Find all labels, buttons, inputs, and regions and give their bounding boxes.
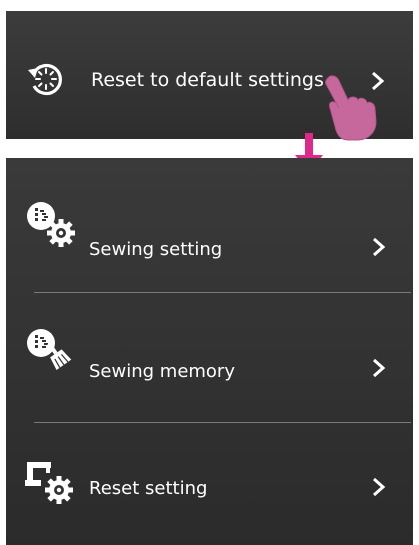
chevron-right-icon xyxy=(369,357,389,379)
sewing-memory-icon xyxy=(24,327,76,375)
reset-clock-icon xyxy=(26,59,66,99)
menu-item-sewing-setting[interactable]: Sewing setting xyxy=(6,179,413,275)
divider xyxy=(34,292,411,293)
reset-to-default-label: Reset to default settings xyxy=(91,69,324,91)
divider xyxy=(34,422,411,423)
tapping-hand-icon xyxy=(318,70,382,142)
settings-menu: Sewing setting Sewing memory Reset setti… xyxy=(6,158,413,545)
reset-setting-icon xyxy=(24,458,76,506)
chevron-right-icon xyxy=(369,236,389,258)
menu-item-reset-setting[interactable]: Reset setting xyxy=(6,436,413,532)
chevron-right-icon xyxy=(369,476,389,498)
sewing-setting-label: Sewing setting xyxy=(89,239,223,260)
menu-item-sewing-memory[interactable]: Sewing memory xyxy=(6,306,413,402)
sewing-memory-label: Sewing memory xyxy=(89,361,235,382)
reset-setting-label: Reset setting xyxy=(89,478,208,499)
sewing-setting-icon xyxy=(24,200,76,248)
